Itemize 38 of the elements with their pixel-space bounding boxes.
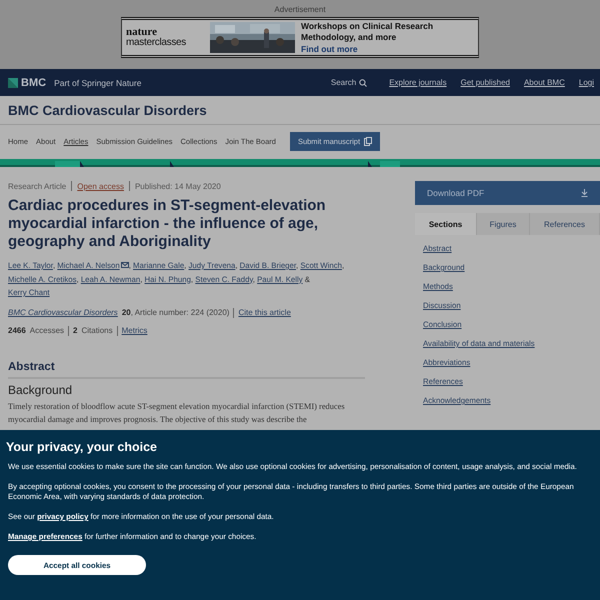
publisher-tagline: Part of Springer Nature <box>54 78 142 88</box>
top-nav-link[interactable]: Logi <box>578 78 594 87</box>
bmc-logo[interactable]: BMC <box>8 76 46 88</box>
sidebar-tab[interactable]: Figures <box>477 213 530 235</box>
find-out-more-link[interactable]: Find out more <box>301 44 451 54</box>
metrics-link[interactable]: Metrics <box>122 326 148 335</box>
journal-title[interactable]: BMC Cardiovascular Disorders <box>8 102 207 118</box>
advertisement-label: Advertisement <box>274 5 326 14</box>
brand-name: nature <box>126 27 157 38</box>
published-date: Published: 14 May 2020 <box>134 182 221 190</box>
citation-details: 20, Article number: 224 (2020) <box>122 308 230 317</box>
download-pdf-button[interactable]: Download PDF <box>415 181 600 205</box>
accesses-label: Accesses <box>30 326 64 335</box>
advert-headline: Workshops on Clinical Research Methodology, and more <box>301 20 434 42</box>
journal-link[interactable]: BMC Cardiovascular Disorders <box>8 308 118 317</box>
search-icon <box>359 78 368 86</box>
mail-icon[interactable] <box>120 262 129 268</box>
brand-name: masterclasses <box>126 38 188 48</box>
section-heading: Background <box>8 382 74 396</box>
search-button[interactable]: Search <box>330 78 368 87</box>
advert-banner[interactable]: nature masterclasses Workshops on Clinical Research Methodology, and more Find out more <box>121 17 479 58</box>
article-title: Cardiac procedures in ST-segment-elevation myocardial infarction - the influence of age, geography and Aboriginality <box>8 197 327 251</box>
accesses-count: 2466 <box>8 326 26 335</box>
open-access-link[interactable]: Open access <box>77 182 124 190</box>
documents-icon <box>364 136 372 146</box>
article-type: Research Article <box>8 182 66 190</box>
sidebar-tab[interactable]: References <box>530 213 600 235</box>
citations-label: Citations <box>81 326 113 335</box>
cookie-title: Your privacy, your choice <box>6 440 158 454</box>
cite-link[interactable]: Cite this article <box>238 308 291 317</box>
top-nav-link[interactable]: Get published <box>460 78 510 87</box>
download-icon <box>581 189 588 197</box>
citations-count: 2 <box>73 326 78 335</box>
top-nav-link[interactable]: About BMC <box>524 78 565 87</box>
abstract-text: Timely restoration of bloodflow acute ST-segment elevation myocardial infarction (STEMI) reduces myocardial damage and improves prognosis. The objective of this study was describe the <box>8 400 346 426</box>
sidebar-tab[interactable]: Sections <box>415 213 477 235</box>
top-nav-link[interactable]: Explore journals <box>389 78 447 87</box>
abstract-heading: Abstract <box>8 360 365 378</box>
